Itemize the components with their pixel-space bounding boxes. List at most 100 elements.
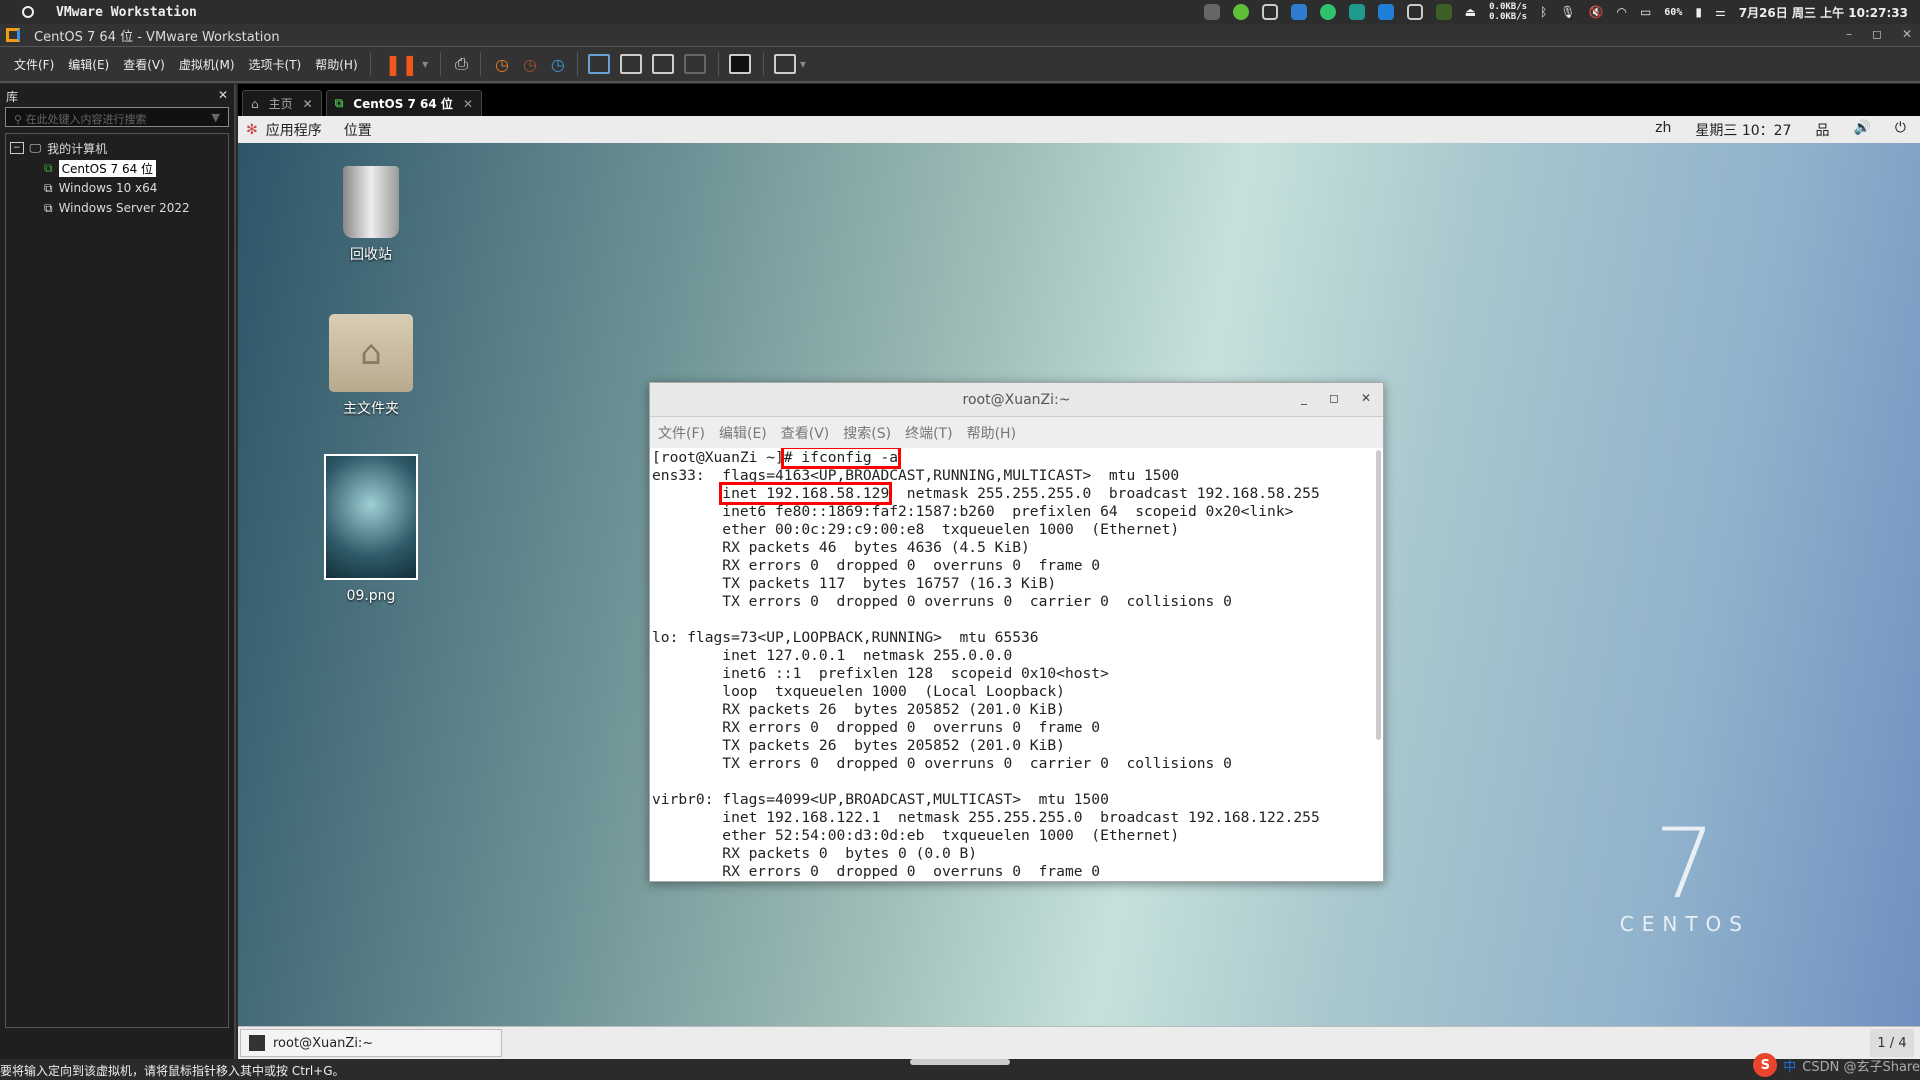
stretch-icon[interactable] bbox=[773, 54, 796, 74]
unity-icon[interactable] bbox=[683, 54, 706, 74]
menu-help[interactable]: 帮助(H) bbox=[315, 56, 357, 73]
tray-gear-icon[interactable] bbox=[1290, 4, 1307, 20]
tray-search-icon[interactable] bbox=[1377, 4, 1394, 20]
mute-icon[interactable]: 🔇 bbox=[1589, 5, 1604, 19]
tree-item-vm[interactable]: ⧉ Windows Server 2022 bbox=[10, 198, 224, 218]
microphone-icon[interactable]: 🎙 bbox=[1560, 5, 1575, 19]
thumbnail-view-icon[interactable] bbox=[619, 54, 642, 74]
command-highlight: # ifconfig -a bbox=[780, 448, 902, 469]
minimize-icon[interactable]: _ bbox=[1301, 391, 1307, 405]
tray-browser-icon[interactable] bbox=[1232, 4, 1249, 20]
menu-tabs[interactable]: 选项卡(T) bbox=[249, 56, 302, 73]
send-keys-icon[interactable]: ⎙ bbox=[455, 54, 468, 74]
terminal-line: RX errors 0 dropped 0 overruns 0 frame 0 bbox=[652, 719, 1101, 736]
terminal-title-bar[interactable]: root@XuanZi:~ _ ◻ ✕ bbox=[650, 383, 1383, 417]
prompt: [root@XuanZi ~] bbox=[652, 449, 784, 466]
drag-handle[interactable] bbox=[910, 1059, 1010, 1065]
display-icon[interactable]: ▭ bbox=[1640, 5, 1651, 19]
taskbar-terminal-item[interactable]: root@XuanZi:~ bbox=[240, 1029, 502, 1057]
tray-tiger-icon[interactable] bbox=[1348, 4, 1365, 20]
bluetooth-icon[interactable]: ᛒ bbox=[1540, 5, 1547, 19]
desktop-icon-home-folder[interactable]: ⌂ 主文件夹 bbox=[311, 314, 431, 418]
pause-icon[interactable]: ❚❚ bbox=[385, 52, 419, 76]
library-search-input[interactable]: ⚲ 在此处键入内容进行搜索 ▼ bbox=[5, 107, 229, 127]
terminal-line: ens33: flags=4163<UP,BROADCAST,RUNNING,M… bbox=[652, 467, 1180, 484]
battery-percent: 60% bbox=[1664, 6, 1683, 18]
trash-icon bbox=[343, 166, 399, 238]
close-icon[interactable]: ✕ bbox=[1902, 27, 1912, 41]
minimize-icon[interactable]: – bbox=[1846, 27, 1852, 41]
tray-at-icon[interactable] bbox=[1406, 4, 1423, 20]
library-close-icon[interactable]: ✕ bbox=[218, 88, 228, 102]
divider bbox=[479, 52, 481, 76]
menu-file[interactable]: 文件(F) bbox=[14, 56, 54, 73]
window-title-bar: CentOS 7 64 位 - VMware Workstation – ◻ ✕ bbox=[0, 24, 1920, 47]
menu-vm[interactable]: 虚拟机(M) bbox=[179, 56, 235, 73]
power-icon[interactable]: ⏻ bbox=[1895, 120, 1906, 140]
vm-running-icon: ⧉ bbox=[44, 160, 53, 175]
terminal-window[interactable]: root@XuanZi:~ _ ◻ ✕ 文件(F) 编辑(E) 查看(V) 搜索(S… bbox=[649, 382, 1384, 882]
ime-mode[interactable]: 中 bbox=[1783, 1056, 1796, 1075]
activities-icon[interactable] bbox=[22, 6, 34, 18]
guest-screen[interactable]: ✻ 应用程序 位置 zh 星期三 10：27 品 🔊 ⏻ 回收站 ⌂ 主文件夹 09.p… bbox=[238, 116, 1920, 1059]
fullscreen-icon[interactable] bbox=[651, 54, 674, 74]
snapshot-icon[interactable]: ◷ bbox=[495, 55, 509, 74]
terminal-output[interactable]: [root@XuanZi ~]# ifconfig -a ens33: flags… bbox=[650, 448, 1383, 881]
terminal-line: RX packets 46 bytes 4636 (4.5 KiB) bbox=[652, 539, 1030, 556]
sogou-icon[interactable]: S bbox=[1753, 1053, 1778, 1077]
input-language[interactable]: zh bbox=[1655, 120, 1671, 140]
vmware-logo-icon bbox=[6, 28, 20, 42]
terminal-scrollbar[interactable] bbox=[1376, 450, 1381, 740]
vm-tree: − 🖵 我的计算机 ⧉ CentOS 7 64 位 ⧉ Windows 10 x64 ⧉… bbox=[5, 133, 229, 1028]
collapse-icon[interactable]: − bbox=[10, 142, 24, 154]
battery-icon[interactable]: ▮ bbox=[1695, 5, 1702, 19]
host-app-name: VMware Workstation bbox=[56, 4, 197, 20]
maximize-icon[interactable]: ◻ bbox=[1329, 391, 1339, 405]
network-icon[interactable]: 品 bbox=[1815, 120, 1829, 140]
toggle-icon[interactable]: ⚌ bbox=[1715, 5, 1726, 19]
wifi-icon[interactable]: ◠ bbox=[1616, 5, 1626, 19]
menu-applications[interactable]: 应用程序 bbox=[266, 120, 322, 140]
menu-edit[interactable]: 编辑(E) bbox=[68, 56, 109, 73]
tab-close-icon[interactable]: ✕ bbox=[463, 97, 473, 111]
term-menu-search[interactable]: 搜索(S) bbox=[843, 423, 891, 443]
tray-copy-icon[interactable] bbox=[1261, 4, 1278, 20]
guest-clock[interactable]: 星期三 10：27 bbox=[1695, 120, 1791, 140]
close-icon[interactable]: ✕ bbox=[1361, 391, 1371, 405]
dropdown-icon[interactable]: ▾ bbox=[800, 57, 806, 71]
tree-item-vm[interactable]: ⧉ Windows 10 x64 bbox=[10, 178, 224, 198]
desktop-icon-image[interactable]: 09.png bbox=[311, 454, 431, 604]
tab-close-icon[interactable]: ✕ bbox=[303, 97, 313, 111]
tree-node-my-computer[interactable]: − 🖵 我的计算机 bbox=[10, 138, 224, 158]
host-clock: 7月26日 周三 上午 10:27:33 bbox=[1738, 5, 1908, 20]
tray-wechat-icon[interactable] bbox=[1319, 4, 1336, 20]
maximize-icon[interactable]: ◻ bbox=[1872, 27, 1882, 41]
vm-icon: ⧉ bbox=[44, 180, 53, 195]
library-view-icon[interactable] bbox=[587, 54, 610, 74]
menu-places[interactable]: 位置 bbox=[344, 120, 372, 140]
term-menu-edit[interactable]: 编辑(E) bbox=[719, 423, 767, 443]
volume-icon[interactable]: 🔊 bbox=[1853, 120, 1870, 140]
tray-nvidia-icon[interactable] bbox=[1435, 4, 1452, 20]
dropdown-icon[interactable]: ▾ bbox=[422, 57, 428, 71]
eject-icon[interactable]: ⏏ bbox=[1465, 5, 1476, 19]
desktop-icon-trash[interactable]: 回收站 bbox=[311, 166, 431, 264]
terminal-line: lo: flags=73<UP,LOOPBACK,RUNNING> mtu 65… bbox=[652, 629, 1039, 646]
terminal-line: inet6 fe80::1869:faf2:1587:b260 prefixle… bbox=[652, 503, 1294, 520]
snapshot-manager-icon[interactable]: ◷ bbox=[551, 55, 565, 74]
terminal-line: RX packets 0 bytes 0 (0.0 B) bbox=[652, 845, 978, 862]
term-menu-view[interactable]: 查看(V) bbox=[781, 423, 830, 443]
chevron-down-icon[interactable]: ▼ bbox=[212, 111, 220, 124]
menu-view[interactable]: 查看(V) bbox=[123, 56, 165, 73]
tab-home[interactable]: ⌂ 主页 ✕ bbox=[242, 90, 322, 116]
tree-item-vm[interactable]: ⧉ CentOS 7 64 位 bbox=[10, 158, 224, 178]
tray-app-icon[interactable] bbox=[1203, 4, 1220, 20]
term-menu-terminal[interactable]: 终端(T) bbox=[905, 423, 952, 443]
term-menu-file[interactable]: 文件(F) bbox=[658, 423, 705, 443]
tab-centos[interactable]: ⧉ CentOS 7 64 位 ✕ bbox=[325, 90, 482, 116]
term-menu-help[interactable]: 帮助(H) bbox=[967, 423, 1016, 443]
terminal-line: inet6 ::1 prefixlen 128 scopeid 0x10<hos… bbox=[652, 665, 1109, 682]
revert-snapshot-icon[interactable]: ◷ bbox=[523, 55, 537, 74]
console-view-icon[interactable] bbox=[728, 54, 751, 74]
